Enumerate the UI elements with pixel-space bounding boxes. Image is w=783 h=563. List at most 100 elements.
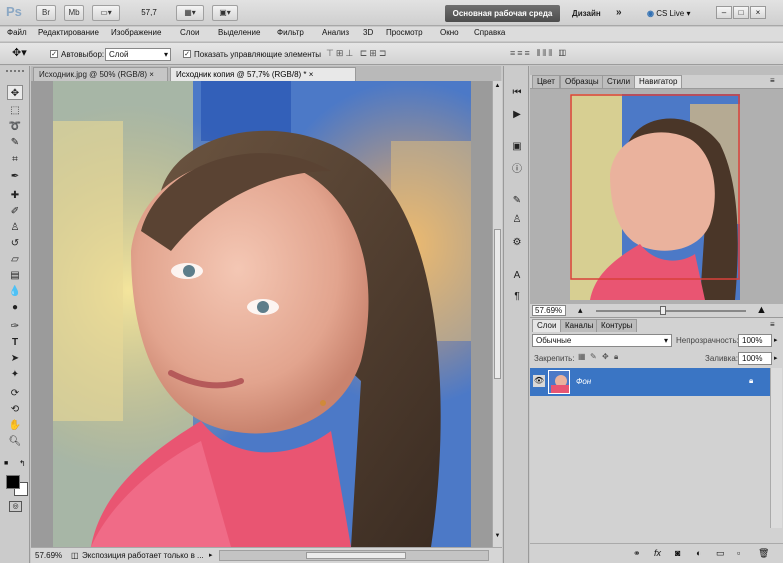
- navigator-preview-area[interactable]: [530, 88, 783, 304]
- opacity-input[interactable]: 100%: [738, 334, 772, 347]
- vertical-scroll-thumb[interactable]: [494, 229, 501, 379]
- add-mask-icon[interactable]: ◙: [675, 548, 680, 558]
- distribute-vcenter-icon[interactable]: ≡: [517, 48, 524, 58]
- distribute-right-icon[interactable]: ⦀: [548, 48, 554, 58]
- adjustment-layer-icon[interactable]: ◐: [696, 548, 701, 558]
- default-colors-icon[interactable]: ■: [4, 460, 8, 467]
- menu-view[interactable]: Просмотр: [386, 28, 423, 37]
- gradient-tool-icon[interactable]: ▤: [7, 268, 23, 283]
- canvas-area[interactable]: [31, 81, 493, 547]
- actions-panel-icon[interactable]: ▶: [510, 108, 524, 122]
- photo-canvas[interactable]: [31, 81, 493, 547]
- brush-tool-icon[interactable]: ✐: [7, 204, 23, 219]
- blend-mode-select[interactable]: Обычные ▾: [532, 334, 672, 347]
- new-layer-icon[interactable]: ▫: [737, 548, 740, 558]
- view-extras-button[interactable]: ▭▾: [92, 5, 120, 21]
- custom-shape-tool-icon[interactable]: ✦: [7, 367, 23, 382]
- dodge-tool-icon[interactable]: ●: [7, 300, 23, 315]
- align-vcenter-icon[interactable]: ⊞: [336, 48, 346, 58]
- distribute-bottom-icon[interactable]: ≡: [525, 48, 532, 58]
- new-group-icon[interactable]: ▭: [716, 548, 725, 559]
- eyedropper-tool-icon[interactable]: ✒: [7, 169, 23, 184]
- scroll-down-icon[interactable]: ▼: [494, 533, 501, 541]
- menu-select[interactable]: Выделение: [218, 28, 260, 37]
- maximize-button[interactable]: □: [733, 6, 749, 19]
- spot-healing-tool-icon[interactable]: ✚: [7, 188, 23, 203]
- menu-filter[interactable]: Фильтр: [277, 28, 304, 37]
- panel-menu-icon[interactable]: ≡: [770, 76, 775, 85]
- close-tab-icon[interactable]: ×: [149, 70, 154, 79]
- tab-swatches[interactable]: Образцы: [560, 75, 604, 88]
- hand-tool-icon[interactable]: ✋: [7, 418, 23, 433]
- status-zoom[interactable]: 57.69%: [35, 551, 62, 560]
- align-bottom-icon[interactable]: ⊥: [345, 48, 355, 58]
- type-tool-icon[interactable]: T: [7, 335, 23, 350]
- horizontal-scroll-thumb[interactable]: [306, 552, 406, 559]
- history-brush-tool-icon[interactable]: ↺: [7, 236, 23, 251]
- layers-scrollbar[interactable]: [770, 368, 782, 528]
- layer-style-icon[interactable]: fx: [654, 548, 661, 558]
- layer-row[interactable]: 👁︎ Фон 🔒︎: [530, 368, 770, 396]
- brush-panel-icon[interactable]: ✎: [510, 194, 524, 208]
- quick-mask-icon[interactable]: ◎: [9, 501, 22, 512]
- foreground-color-swatch[interactable]: [6, 475, 20, 489]
- blur-tool-icon[interactable]: 💧: [7, 284, 23, 299]
- more-workspaces-button[interactable]: »: [616, 7, 622, 18]
- show-transform-controls-checkbox[interactable]: ✓: [183, 50, 191, 58]
- path-selection-tool-icon[interactable]: ➤: [7, 351, 23, 366]
- menu-image[interactable]: Изображение: [111, 28, 161, 37]
- zoom-tool-icon[interactable]: 🔍︎: [7, 434, 23, 449]
- vertical-scrollbar[interactable]: ▲ ▼: [492, 81, 502, 547]
- tab-color[interactable]: Цвет: [532, 75, 560, 88]
- move-tool-preset-icon[interactable]: ✥▾: [12, 46, 27, 59]
- character-panel-icon[interactable]: A: [510, 269, 524, 283]
- tab-paths[interactable]: Контуры: [596, 319, 638, 332]
- menu-analysis[interactable]: Анализ: [322, 28, 349, 37]
- close-tab-icon[interactable]: ×: [309, 70, 314, 79]
- delete-layer-icon[interactable]: 🗑︎: [758, 548, 769, 559]
- visibility-eye-icon[interactable]: 👁︎: [533, 375, 545, 387]
- workspace-design-button[interactable]: Дизайн: [572, 9, 601, 18]
- tab-channels[interactable]: Каналы: [560, 319, 599, 332]
- opacity-dropdown-icon[interactable]: ▸: [774, 336, 778, 344]
- link-layers-icon[interactable]: ⚭: [633, 548, 641, 559]
- layer-name[interactable]: Фон: [576, 377, 591, 386]
- auto-align-icon[interactable]: ▥: [559, 48, 568, 58]
- navigator-panel-grip[interactable]: [530, 66, 783, 75]
- panel-menu-icon[interactable]: ≡: [770, 320, 775, 329]
- screen-mode-button[interactable]: ▣▾: [212, 5, 238, 21]
- lock-position-icon[interactable]: ✥: [602, 352, 609, 361]
- 3d-rotate-tool-icon[interactable]: ⟳: [7, 386, 23, 401]
- align-buttons-group[interactable]: ⊤⊞⊥ ⊏⊞⊐: [326, 48, 500, 61]
- zoom-in-icon[interactable]: ▲: [756, 304, 767, 316]
- arrange-documents-button[interactable]: ▦▾: [176, 5, 204, 21]
- distribute-buttons-group[interactable]: ≡≡≡ ⦀⦀⦀ ▥: [510, 48, 650, 61]
- clone-stamp-tool-icon[interactable]: ♙: [7, 220, 23, 235]
- menu-file[interactable]: Файл: [7, 28, 27, 37]
- mini-bridge-panel-icon[interactable]: ▣: [510, 140, 524, 154]
- menu-edit[interactable]: Редактирование: [38, 28, 99, 37]
- lock-image-icon[interactable]: ✎: [590, 352, 597, 361]
- tab-layers[interactable]: Слои: [532, 319, 562, 332]
- minimize-button[interactable]: –: [716, 6, 732, 19]
- autoselect-checkbox[interactable]: ✓: [50, 50, 58, 58]
- paragraph-panel-icon[interactable]: ¶: [510, 290, 524, 304]
- menu-layers[interactable]: Слои: [180, 28, 199, 37]
- quick-selection-tool-icon[interactable]: ✎: [7, 135, 23, 150]
- align-left-icon[interactable]: ⊏: [360, 48, 370, 58]
- navigator-thumbnail[interactable]: [570, 94, 740, 300]
- align-right-icon[interactable]: ⊐: [379, 48, 389, 58]
- zoom-out-icon[interactable]: ▴: [578, 305, 583, 316]
- horizontal-scrollbar[interactable]: [219, 550, 489, 561]
- menu-window[interactable]: Окно: [440, 28, 459, 37]
- history-panel-icon[interactable]: ⏮: [510, 86, 524, 100]
- fill-input[interactable]: 100%: [738, 352, 772, 365]
- close-button[interactable]: ×: [750, 6, 766, 19]
- minibridge-button[interactable]: Mb: [64, 5, 84, 21]
- tab-styles[interactable]: Стили: [602, 75, 636, 88]
- navigator-zoom-input[interactable]: 57.69%: [532, 305, 566, 316]
- crop-tool-icon[interactable]: ⌗: [7, 152, 23, 167]
- eraser-tool-icon[interactable]: ▱: [7, 252, 23, 267]
- status-menu-icon[interactable]: ▸: [209, 551, 213, 559]
- toolbar-grip[interactable]: [6, 70, 24, 74]
